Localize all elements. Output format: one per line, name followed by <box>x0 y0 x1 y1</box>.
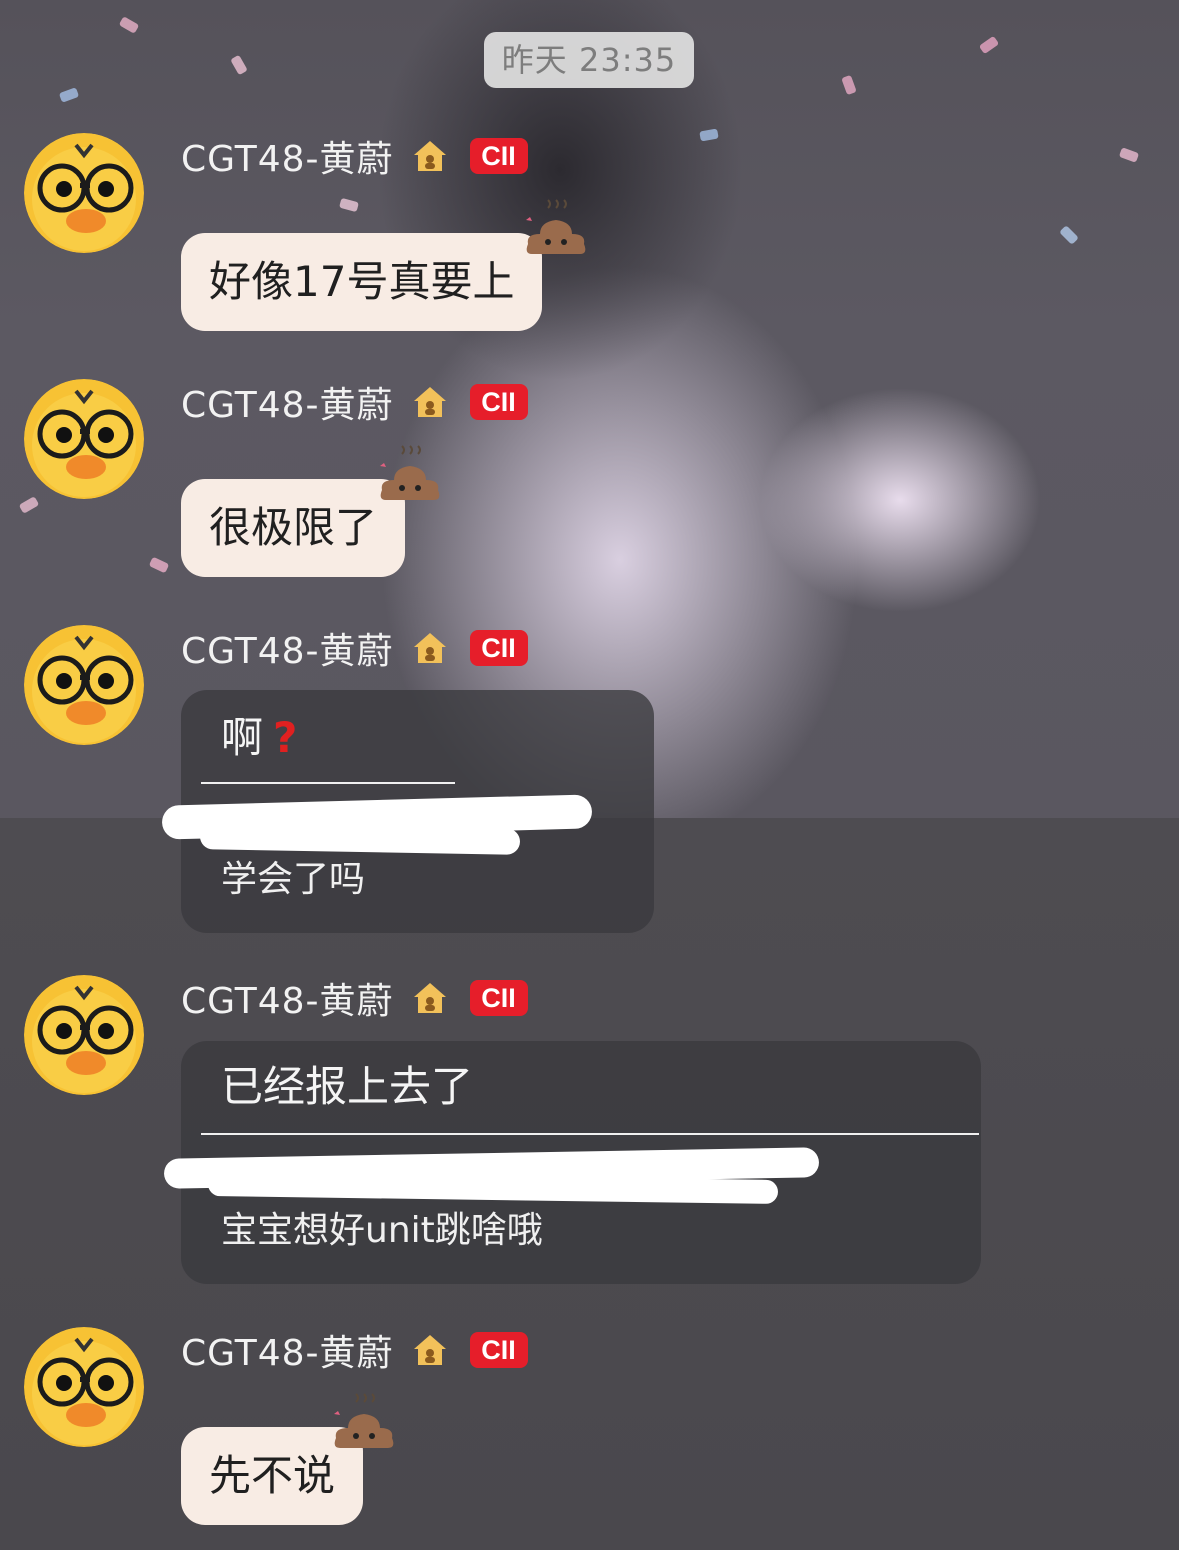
quoted-reply-text: 宝宝想好unit跳啥哦 <box>221 1210 543 1251</box>
red-question-mark-icon: ? <box>273 713 298 762</box>
sender-avatar[interactable] <box>24 379 144 499</box>
message-header: CGT48-黄蔚 CII <box>181 973 528 1023</box>
message-bubble[interactable]: 很极限了 <box>181 479 406 577</box>
sender-name[interactable]: CGT48-黄蔚 <box>181 972 394 1024</box>
sender-name[interactable]: CGT48-黄蔚 <box>181 130 394 182</box>
message-header: CGT48-黄蔚 CII <box>181 131 528 181</box>
poop-icon <box>380 445 440 500</box>
message-text: 好像17号真要上 <box>209 257 515 306</box>
sender-name[interactable]: CGT48-黄蔚 <box>181 622 394 674</box>
level-badge: CII <box>469 630 528 666</box>
level-badge: CII <box>469 138 528 174</box>
house-icon <box>413 387 446 417</box>
message-header: CGT48-黄蔚 CII <box>181 377 528 427</box>
sender-name[interactable]: CGT48-黄蔚 <box>181 376 394 428</box>
reply-divider <box>201 1133 979 1135</box>
message-text: 啊 <box>221 713 264 762</box>
quoted-reply-text: 学会了吗 <box>221 859 366 900</box>
house-icon <box>413 141 446 171</box>
reply-divider <box>201 782 455 784</box>
house-icon <box>413 983 446 1013</box>
level-badge: CII <box>469 980 528 1016</box>
level-badge: CII <box>469 1332 528 1368</box>
sender-avatar[interactable] <box>24 975 144 1095</box>
sender-avatar[interactable] <box>24 133 144 253</box>
message-bubble[interactable]: 好像17号真要上 <box>181 233 543 331</box>
house-icon <box>413 633 446 663</box>
sender-name[interactable]: CGT48-黄蔚 <box>181 1324 394 1376</box>
message-text: 先不说 <box>209 1451 336 1500</box>
redaction-scribble <box>199 823 521 855</box>
message-header: CGT48-黄蔚 CII <box>181 1325 528 1375</box>
sender-avatar[interactable] <box>24 1327 144 1447</box>
message-text: 已经报上去了 <box>221 1062 474 1111</box>
reply-main-text: 啊? <box>221 710 297 766</box>
house-icon <box>413 1335 446 1365</box>
timestamp-chip: 昨天 23:35 <box>484 32 694 88</box>
message-text: 很极限了 <box>209 503 378 552</box>
message-header: CGT48-黄蔚 CII <box>181 623 528 673</box>
sender-avatar[interactable] <box>24 625 144 745</box>
poop-icon <box>526 199 586 254</box>
poop-icon <box>334 1393 394 1448</box>
level-badge: CII <box>469 384 528 420</box>
reply-main-text: 已经报上去了 <box>221 1059 473 1115</box>
